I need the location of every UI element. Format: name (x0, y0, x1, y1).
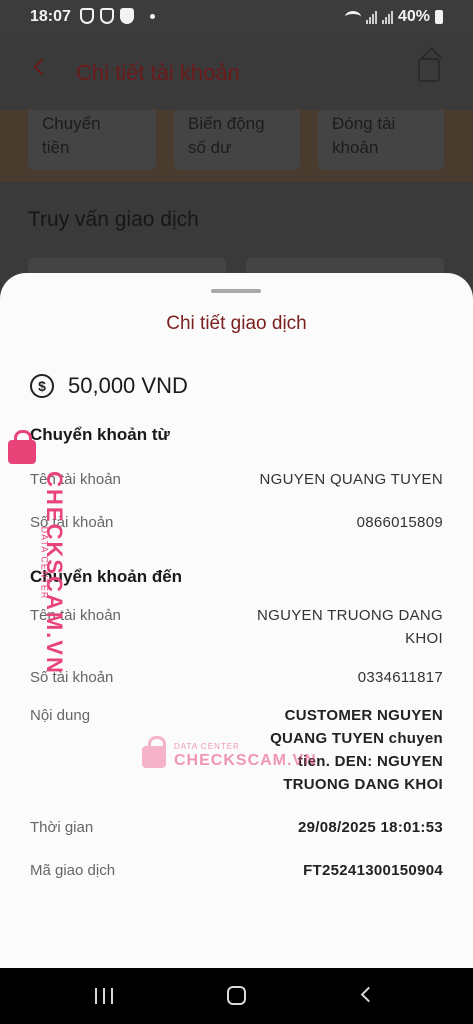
signal-icon (365, 10, 377, 24)
time-value: 29/08/2025 18:01:53 (298, 819, 443, 836)
amount-row: $ 50,000 VND (30, 373, 188, 399)
quick-action-label: Chuyển (42, 114, 101, 133)
notification-icons (80, 8, 155, 24)
watermark-center: DATA CENTER CHECKSCAM.VN (140, 736, 316, 780)
system-indicators: 40% (344, 8, 443, 26)
recent-apps-icon[interactable] (95, 988, 113, 1004)
shield-icon (120, 8, 134, 24)
signal-icon (381, 10, 393, 24)
lock-icon (8, 430, 36, 464)
status-time: 18:07 (30, 8, 71, 25)
to-name-line: KHOI (405, 630, 443, 647)
transaction-query-title: Truy vấn giao dịch (28, 208, 199, 231)
back-arrow-icon[interactable] (33, 58, 51, 76)
quick-action-label: số dư (188, 138, 232, 157)
battery-percent: 40% (397, 8, 430, 25)
txid-label: Mã giao dịch (30, 862, 116, 879)
lock-icon (142, 736, 166, 768)
transaction-detail-sheet: Chi tiết giao dịch $ 50,000 VND Chuyển k… (0, 273, 473, 968)
app-header: Chi tiết tài khoản (0, 34, 473, 110)
system-nav-bar (0, 968, 473, 1024)
content-line: CUSTOMER NGUYEN (284, 707, 443, 724)
to-name-value: NGUYEN TRUONG DANG KHOI (257, 604, 443, 650)
shield-icon (100, 8, 114, 24)
shield-icon (80, 8, 94, 24)
quick-action-transfer[interactable]: Chuyển tiền (28, 110, 156, 170)
quick-action-close-account[interactable]: Đóng tài khoản (318, 110, 444, 170)
quick-action-label: Biến động (188, 114, 265, 133)
to-name-line: NGUYEN TRUONG DANG (257, 607, 443, 624)
sheet-drag-handle[interactable] (211, 289, 261, 293)
watermark-vertical: CHECKSCAM.VN DATA CENTER (4, 430, 67, 675)
back-icon[interactable] (360, 986, 377, 1003)
quick-actions: Chuyển tiền Biến động số dư Đóng tài kho… (0, 110, 473, 182)
watermark-brand: CHECKSCAM.VN (174, 752, 317, 769)
quick-action-balance[interactable]: Biến động số dư (174, 110, 300, 170)
home-button-icon[interactable] (227, 986, 246, 1005)
watermark-sub: DATA CENTER (39, 526, 50, 600)
home-icon[interactable] (418, 58, 440, 82)
amount: 50,000 VND (68, 373, 188, 398)
status-bar: 18:07 40% (0, 0, 473, 34)
from-account-value: 0866015809 (356, 514, 443, 531)
quick-action-label: tiền (42, 138, 70, 157)
quick-action-label: khoản (332, 138, 379, 157)
watermark-sub: DATA CENTER (174, 742, 240, 751)
time-label: Thời gian (30, 819, 94, 836)
to-account-value: 0334611817 (357, 669, 443, 686)
quick-action-label: Đóng tài (332, 114, 396, 133)
dot-icon (150, 13, 155, 19)
from-name-value: NGUYEN QUANG TUYEN (259, 471, 443, 488)
battery-icon (435, 10, 443, 24)
from-section-title: Chuyển khoản từ (30, 425, 170, 444)
wifi-icon (344, 11, 361, 23)
money-transfer-icon: $ (30, 374, 54, 398)
page-title: Chi tiết tài khoản (76, 60, 240, 85)
content-label: Nội dung (30, 707, 91, 724)
txid-value: FT25241300150904 (303, 862, 443, 879)
sheet-title: Chi tiết giao dịch (166, 313, 307, 334)
